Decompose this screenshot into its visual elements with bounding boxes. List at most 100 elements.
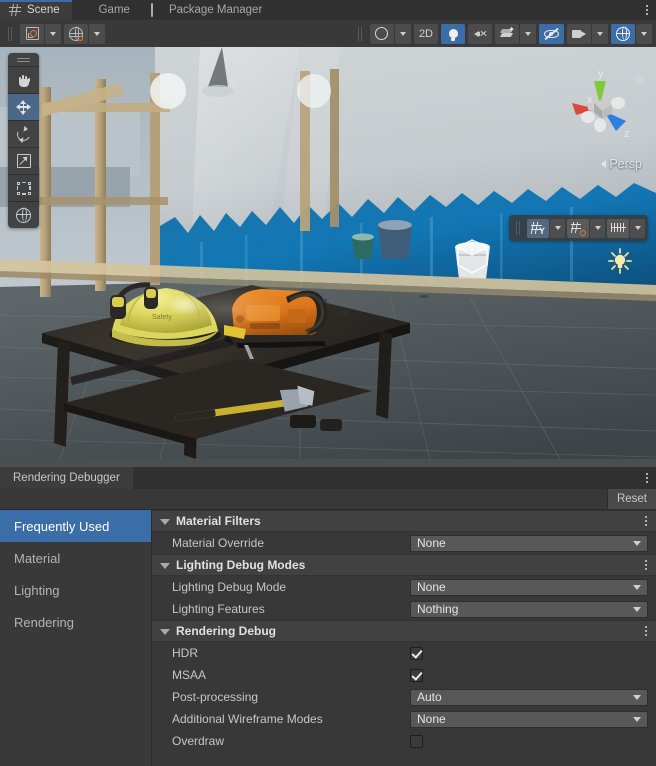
tab-bar-spacer <box>274 0 638 20</box>
row-hdr: HDR <box>152 642 656 664</box>
draw-mode-button[interactable] <box>370 24 394 44</box>
scene-fx-button[interactable]: ✦ <box>495 24 519 44</box>
gizmos-dropdown[interactable] <box>636 24 652 44</box>
increment-snap-group <box>607 219 645 238</box>
tab-scene-label: Scene <box>27 4 60 16</box>
handle-space-button[interactable] <box>64 24 88 44</box>
dropdown-value: None <box>417 580 633 594</box>
rotate-tool-button[interactable] <box>8 120 39 147</box>
additional-wireframe-modes-dropdown[interactable]: None <box>410 711 648 728</box>
row-msaa: MSAA <box>152 664 656 686</box>
package-box-icon <box>151 4 164 17</box>
hand-tool-button[interactable] <box>8 66 39 93</box>
row-label: Lighting Features <box>172 602 410 616</box>
row-label: Additional Wireframe Modes <box>172 712 410 726</box>
toggle-2d-button[interactable]: 2D <box>414 24 438 44</box>
toolbar-grip-right[interactable] <box>357 26 363 42</box>
scene-camera-group <box>567 24 608 44</box>
gizmos-toggle-button[interactable] <box>611 24 635 44</box>
lighting-debug-mode-dropdown[interactable]: None <box>410 579 648 596</box>
toggle-2d-label: 2D <box>419 28 433 40</box>
lighting-features-dropdown[interactable]: Nothing <box>410 601 648 618</box>
chevron-down-icon <box>641 32 647 36</box>
increment-snap-dropdown[interactable] <box>630 219 645 238</box>
scene-camera-dropdown[interactable] <box>592 24 608 44</box>
material-override-dropdown[interactable]: None <box>410 535 648 552</box>
grid-axis-button[interactable]: Y <box>527 219 549 238</box>
lock-icon[interactable] <box>635 73 644 84</box>
kebab-menu-icon[interactable] <box>638 0 656 20</box>
scene-orientation-gizmo[interactable]: x y z Persp <box>554 59 646 171</box>
post-processing-dropdown[interactable]: Auto <box>410 689 648 706</box>
section-header-rendering-debug[interactable]: Rendering Debug <box>152 620 656 642</box>
scale-tool-button[interactable] <box>8 147 39 174</box>
handle-space-dropdown[interactable] <box>89 24 105 44</box>
transform-tool-button[interactable] <box>8 201 39 228</box>
tab-game-label: Game <box>99 4 130 16</box>
hdr-checkbox[interactable] <box>410 647 423 660</box>
section-title: Lighting Debug Modes <box>176 558 630 572</box>
sidebar-item-material[interactable]: Material <box>0 542 151 574</box>
chevron-down-icon <box>597 32 603 36</box>
section-header-lighting-debug-modes[interactable]: Lighting Debug Modes <box>152 554 656 576</box>
rect-tool-button[interactable] <box>8 174 39 201</box>
move-tool-button[interactable] <box>8 93 39 120</box>
sidebar-item-label: Rendering <box>14 615 74 630</box>
light-gizmo-icon[interactable] <box>606 247 634 275</box>
foldout-triangle-icon[interactable] <box>160 563 170 569</box>
chevron-down-icon <box>595 226 601 230</box>
chevron-down-icon <box>633 607 641 612</box>
projection-mode-label[interactable]: Persp <box>601 157 642 171</box>
snap-overlay-handle[interactable] <box>515 220 521 236</box>
move-arrows-icon <box>16 100 31 115</box>
section-title: Rendering Debug <box>176 624 630 638</box>
toolbar-grip[interactable] <box>7 26 13 42</box>
row-label: Lighting Debug Mode <box>172 580 410 594</box>
scene-fx-dropdown[interactable] <box>520 24 536 44</box>
gizmos-icon <box>616 27 630 41</box>
pivot-mode-button[interactable] <box>20 24 44 44</box>
tab-rendering-debugger[interactable]: Rendering Debugger <box>0 467 133 489</box>
chevron-down-icon <box>633 541 641 546</box>
tab-scene[interactable]: Scene <box>0 0 72 20</box>
sidebar-item-lighting[interactable]: Lighting <box>0 574 151 606</box>
section-kebab-menu-icon[interactable] <box>636 626 656 636</box>
msaa-checkbox[interactable] <box>410 669 423 682</box>
debugger-kebab-menu-icon[interactable] <box>638 467 656 489</box>
sidebar-item-frequently-used[interactable]: Frequently Used <box>0 510 151 542</box>
tab-package-manager[interactable]: Package Manager <box>142 0 274 20</box>
tools-overlay-handle[interactable] <box>8 53 39 66</box>
chevron-down-icon <box>635 226 641 230</box>
scene-visibility-toggle[interactable] <box>539 24 564 44</box>
row-lighting-debug-mode: Lighting Debug Mode None <box>152 576 656 598</box>
transform-icon <box>16 208 31 223</box>
row-overdraw: Overdraw <box>152 730 656 752</box>
grid-axis-dropdown[interactable] <box>550 219 565 238</box>
scene-view-viewport[interactable]: Safety <box>0 47 656 467</box>
debugger-tab-bar: Rendering Debugger <box>0 467 656 489</box>
scene-camera-button[interactable] <box>567 24 591 44</box>
increment-snap-button[interactable] <box>607 219 629 238</box>
foldout-triangle-icon[interactable] <box>160 519 170 525</box>
section-kebab-menu-icon[interactable] <box>636 560 656 570</box>
sidebar-item-rendering[interactable]: Rendering <box>0 606 151 638</box>
tab-game[interactable]: Game <box>72 0 142 20</box>
dropdown-value: Nothing <box>417 602 633 616</box>
dropdown-value: None <box>417 536 633 550</box>
scene-audio-toggle[interactable] <box>468 24 492 44</box>
rotate-icon <box>16 127 31 142</box>
audio-mute-icon <box>474 28 487 40</box>
overdraw-checkbox[interactable] <box>410 735 423 748</box>
section-kebab-menu-icon[interactable] <box>636 516 656 526</box>
scene-lighting-toggle[interactable] <box>441 24 465 44</box>
grid-snapping-button[interactable] <box>567 219 589 238</box>
gizmo-x-label: x <box>587 94 593 106</box>
pivot-mode-dropdown[interactable] <box>45 24 61 44</box>
draw-mode-dropdown[interactable] <box>395 24 411 44</box>
unity-editor-window: Scene Game Package Manager <box>0 0 656 766</box>
section-header-material-filters[interactable]: Material Filters <box>152 510 656 532</box>
grid-snapping-dropdown[interactable] <box>590 219 605 238</box>
reset-button[interactable]: Reset <box>607 489 656 509</box>
chevron-down-icon <box>555 226 561 230</box>
foldout-triangle-icon[interactable] <box>160 629 170 635</box>
